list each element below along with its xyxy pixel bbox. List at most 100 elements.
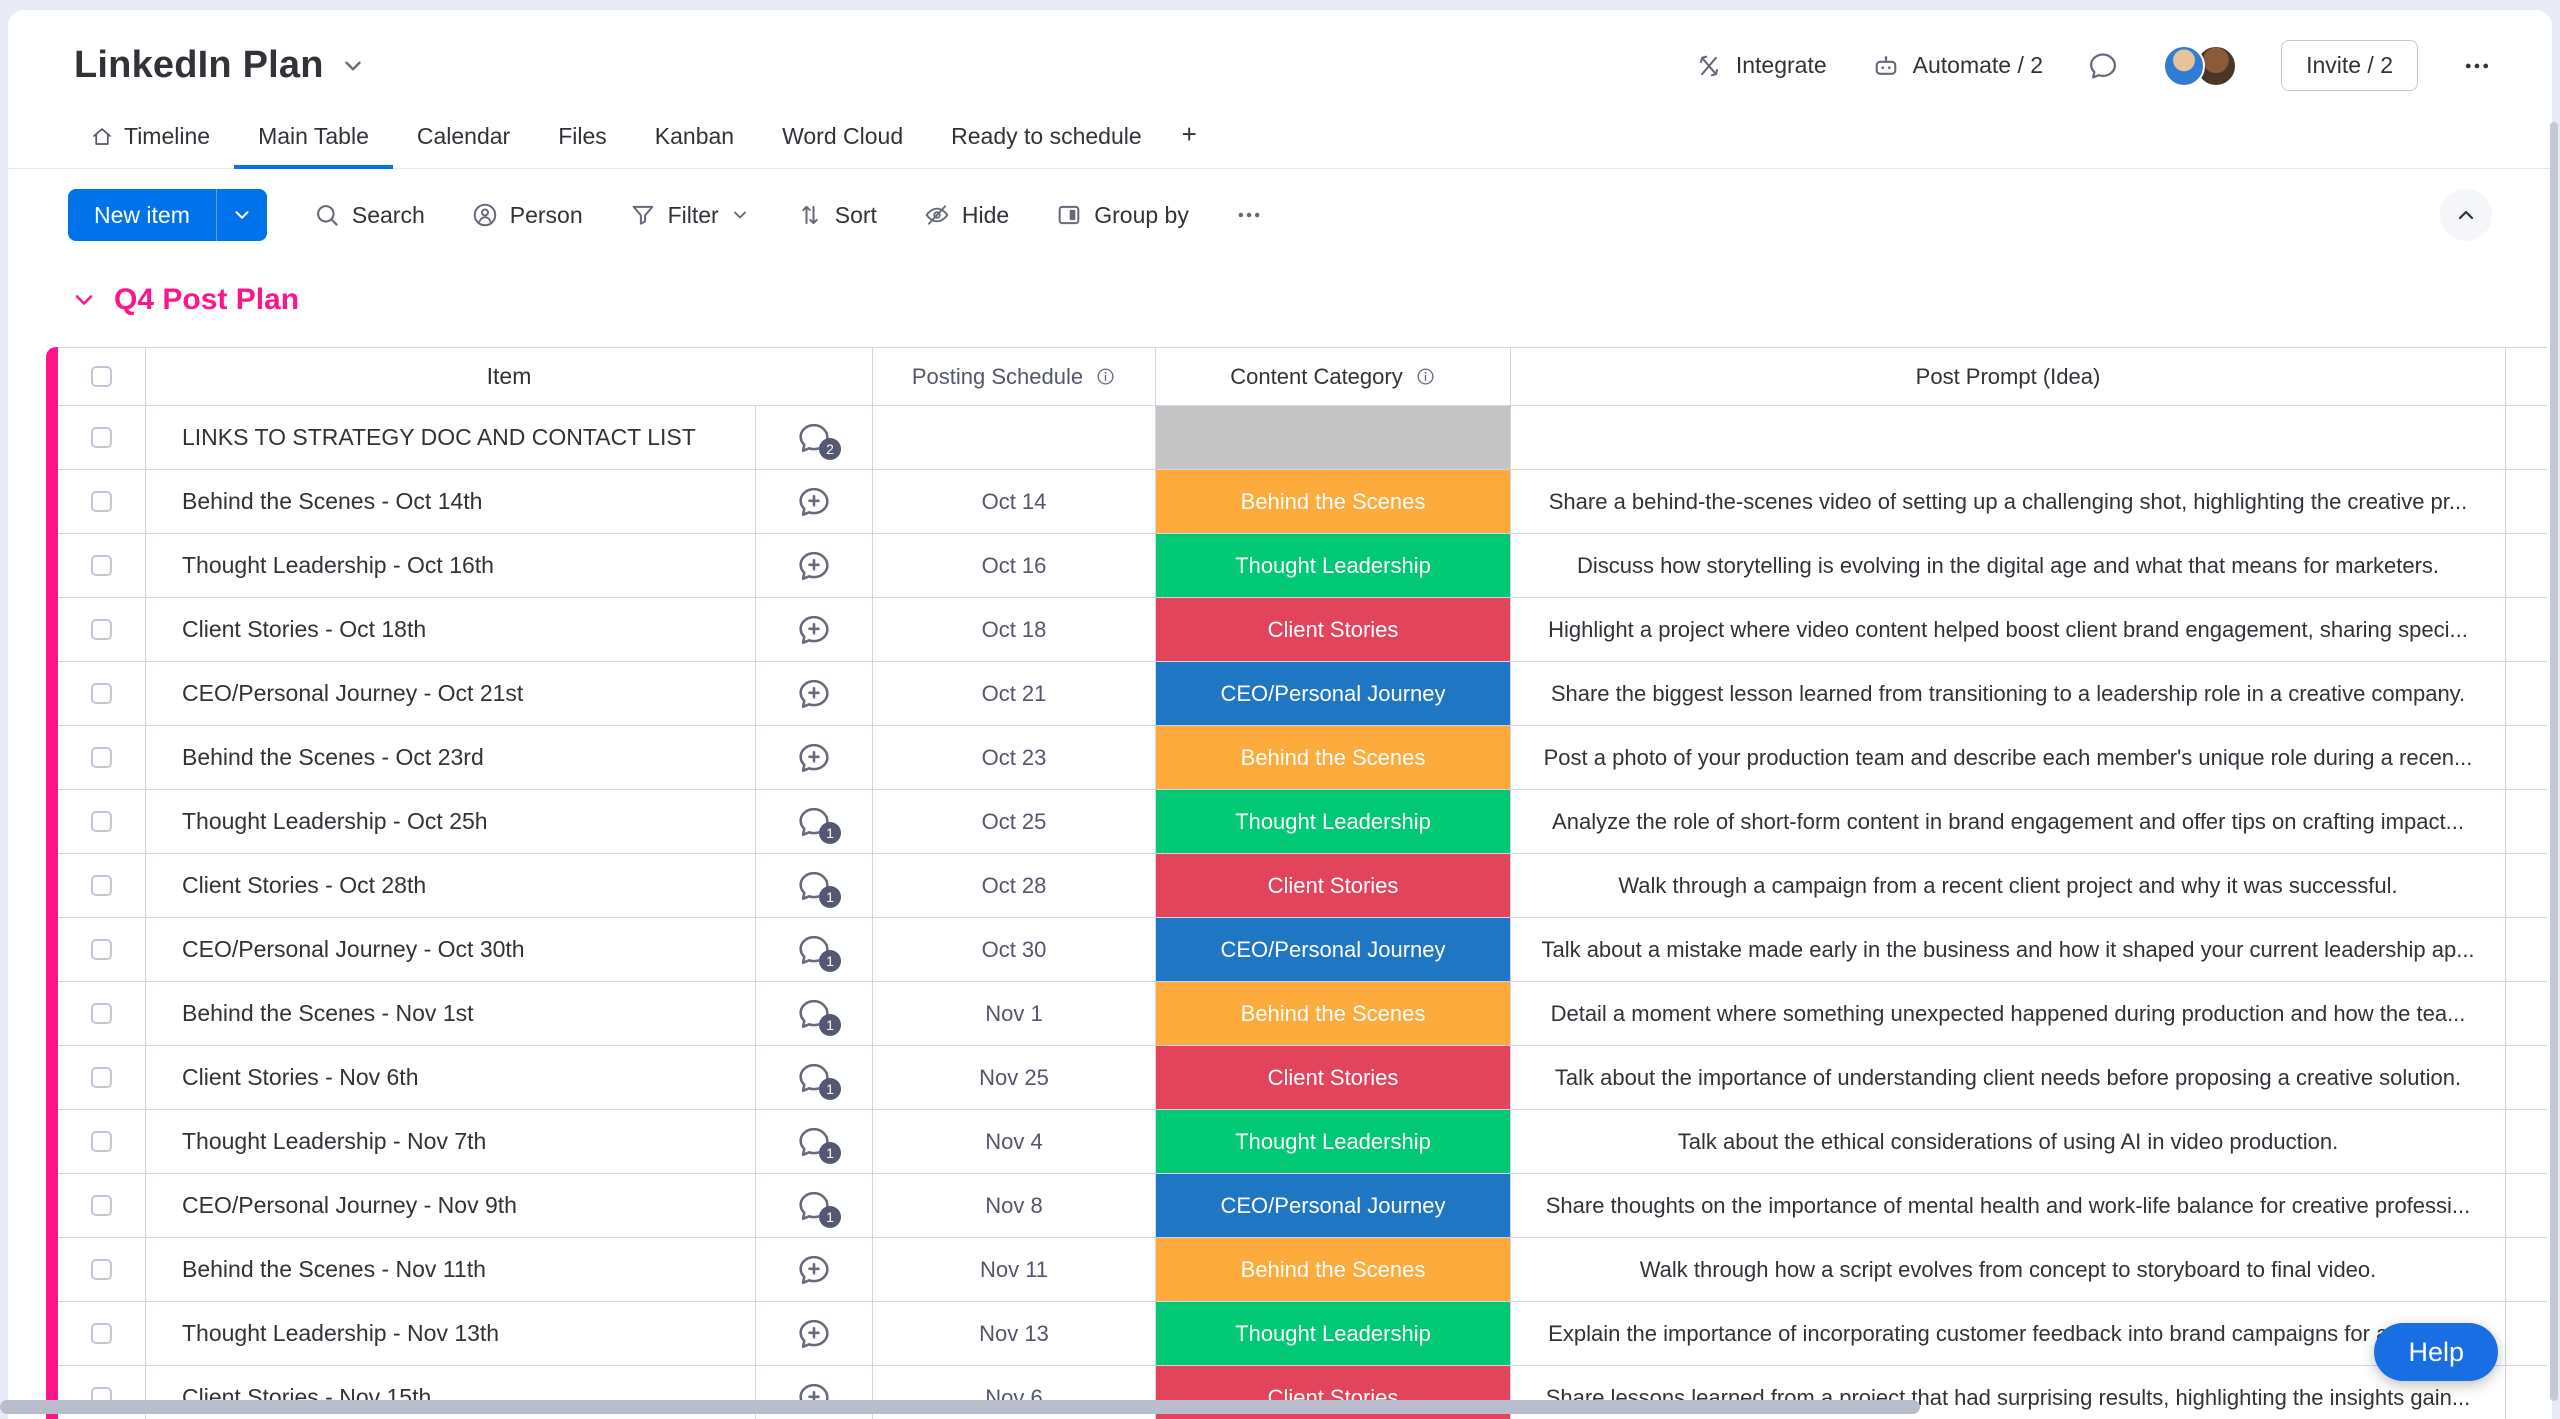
posting-schedule-cell[interactable]: Oct 28 xyxy=(873,854,1156,917)
post-prompt-cell[interactable]: Discuss how storytelling is evolving in … xyxy=(1511,534,2506,597)
post-prompt-cell[interactable]: Detail a moment where something unexpect… xyxy=(1511,982,2506,1045)
tab-files[interactable]: Files xyxy=(534,117,631,169)
board-more-button[interactable] xyxy=(2462,51,2492,81)
open-updates-button[interactable]: 2 xyxy=(796,420,832,456)
content-category-cell[interactable]: Behind the Scenes xyxy=(1156,1238,1511,1301)
open-updates-button[interactable] xyxy=(796,740,832,776)
row-checkbox[interactable] xyxy=(91,555,112,576)
open-updates-button[interactable] xyxy=(796,484,832,520)
group-by-button[interactable]: Group by xyxy=(1055,201,1189,229)
post-prompt-cell[interactable]: Talk about the ethical considerations of… xyxy=(1511,1110,2506,1173)
content-category-cell[interactable]: Thought Leadership xyxy=(1156,1110,1511,1173)
posting-schedule-cell[interactable]: Nov 25 xyxy=(873,1046,1156,1109)
item-name-cell[interactable]: Thought Leadership - Nov 7th xyxy=(146,1110,756,1173)
row-checkbox[interactable] xyxy=(91,1003,112,1024)
row-checkbox[interactable] xyxy=(91,1259,112,1280)
sort-button[interactable]: Sort xyxy=(796,201,877,229)
hide-button[interactable]: Hide xyxy=(923,201,1009,229)
vertical-scrollbar[interactable] xyxy=(2550,122,2558,1401)
item-name-cell[interactable]: CEO/Personal Journey - Nov 9th xyxy=(146,1174,756,1237)
toolbar-more-button[interactable] xyxy=(1235,201,1263,229)
column-header-item[interactable]: Item xyxy=(146,348,873,405)
add-view-button[interactable]: + xyxy=(1166,113,1213,169)
item-name-cell[interactable]: Behind the Scenes - Nov 11th xyxy=(146,1238,756,1301)
column-header-post-prompt[interactable]: Post Prompt (Idea) xyxy=(1511,348,2506,405)
item-name-cell[interactable]: Client Stories - Nov 6th xyxy=(146,1046,756,1109)
post-prompt-cell[interactable]: Share thoughts on the importance of ment… xyxy=(1511,1174,2506,1237)
item-name-cell[interactable]: Client Stories - Oct 28th xyxy=(146,854,756,917)
posting-schedule-cell[interactable]: Nov 8 xyxy=(873,1174,1156,1237)
post-prompt-cell[interactable]: Explain the importance of incorporating … xyxy=(1511,1302,2506,1365)
tab-calendar[interactable]: Calendar xyxy=(393,117,534,169)
open-updates-button[interactable]: 1 xyxy=(796,804,832,840)
horizontal-scrollbar[interactable] xyxy=(0,1400,1920,1414)
posting-schedule-cell[interactable]: Nov 4 xyxy=(873,1110,1156,1173)
content-category-cell[interactable]: Thought Leadership xyxy=(1156,1302,1511,1365)
post-prompt-cell[interactable]: Post a photo of your production team and… xyxy=(1511,726,2506,789)
row-checkbox[interactable] xyxy=(91,811,112,832)
tab-timeline[interactable]: Timeline xyxy=(66,117,234,169)
new-item-button[interactable]: New item xyxy=(68,189,267,241)
posting-schedule-cell[interactable]: Oct 16 xyxy=(873,534,1156,597)
open-updates-button[interactable]: 1 xyxy=(796,1188,832,1224)
item-name-cell[interactable]: CEO/Personal Journey - Oct 30th xyxy=(146,918,756,981)
open-updates-button[interactable] xyxy=(796,548,832,584)
open-updates-button[interactable] xyxy=(796,676,832,712)
group-title[interactable]: Q4 Post Plan xyxy=(114,283,299,317)
add-column-cell[interactable] xyxy=(2506,348,2547,405)
row-checkbox[interactable] xyxy=(91,491,112,512)
posting-schedule-cell[interactable]: Oct 18 xyxy=(873,598,1156,661)
row-checkbox[interactable] xyxy=(91,939,112,960)
post-prompt-cell[interactable]: Share a behind-the-scenes video of setti… xyxy=(1511,470,2506,533)
collapse-header-button[interactable] xyxy=(2440,189,2492,241)
column-header-posting-schedule[interactable]: Posting Schedule xyxy=(873,348,1156,405)
post-prompt-cell[interactable]: Talk about a mistake made early in the b… xyxy=(1511,918,2506,981)
content-category-cell[interactable]: CEO/Personal Journey xyxy=(1156,918,1511,981)
open-updates-button[interactable]: 1 xyxy=(796,1124,832,1160)
tab-word-cloud[interactable]: Word Cloud xyxy=(758,117,927,169)
item-name-cell[interactable]: Thought Leadership - Oct 16th xyxy=(146,534,756,597)
open-updates-button[interactable]: 1 xyxy=(796,868,832,904)
post-prompt-cell[interactable]: Share the biggest lesson learned from tr… xyxy=(1511,662,2506,725)
person-filter-button[interactable]: Person xyxy=(471,201,583,229)
post-prompt-cell[interactable] xyxy=(1511,406,2506,469)
item-name-cell[interactable]: LINKS TO STRATEGY DOC AND CONTACT LIST xyxy=(146,406,756,469)
open-updates-button[interactable]: 1 xyxy=(796,932,832,968)
group-collapse-icon[interactable] xyxy=(70,286,98,314)
content-category-cell[interactable]: Behind the Scenes xyxy=(1156,982,1511,1045)
filter-button[interactable]: Filter xyxy=(629,201,750,229)
posting-schedule-cell[interactable]: Oct 25 xyxy=(873,790,1156,853)
member-avatars[interactable] xyxy=(2163,45,2237,87)
row-checkbox[interactable] xyxy=(91,1067,112,1088)
open-updates-button[interactable]: 1 xyxy=(796,996,832,1032)
row-checkbox[interactable] xyxy=(91,1131,112,1152)
row-checkbox[interactable] xyxy=(91,875,112,896)
tab-kanban[interactable]: Kanban xyxy=(631,117,758,169)
content-category-cell[interactable]: Behind the Scenes xyxy=(1156,470,1511,533)
posting-schedule-cell[interactable]: Nov 11 xyxy=(873,1238,1156,1301)
item-name-cell[interactable]: Behind the Scenes - Oct 14th xyxy=(146,470,756,533)
content-category-cell[interactable]: Thought Leadership xyxy=(1156,534,1511,597)
post-prompt-cell[interactable]: Highlight a project where video content … xyxy=(1511,598,2506,661)
row-checkbox[interactable] xyxy=(91,747,112,768)
posting-schedule-cell[interactable]: Nov 13 xyxy=(873,1302,1156,1365)
content-category-cell[interactable]: Behind the Scenes xyxy=(1156,726,1511,789)
row-checkbox[interactable] xyxy=(91,1323,112,1344)
avatar[interactable] xyxy=(2163,45,2205,87)
help-button[interactable]: Help xyxy=(2374,1323,2498,1381)
posting-schedule-cell[interactable]: Oct 30 xyxy=(873,918,1156,981)
content-category-cell[interactable]: CEO/Personal Journey xyxy=(1156,1174,1511,1237)
post-prompt-cell[interactable]: Talk about the importance of understandi… xyxy=(1511,1046,2506,1109)
board-title-menu[interactable]: LinkedIn Plan xyxy=(74,44,366,87)
open-updates-button[interactable] xyxy=(796,1316,832,1352)
search-button[interactable]: Search xyxy=(313,201,425,229)
item-name-cell[interactable]: Behind the Scenes - Oct 23rd xyxy=(146,726,756,789)
post-prompt-cell[interactable]: Walk through a campaign from a recent cl… xyxy=(1511,854,2506,917)
posting-schedule-cell[interactable]: Oct 23 xyxy=(873,726,1156,789)
item-name-cell[interactable]: Client Stories - Oct 18th xyxy=(146,598,756,661)
content-category-cell[interactable]: Client Stories xyxy=(1156,598,1511,661)
open-updates-button[interactable]: 1 xyxy=(796,1060,832,1096)
tab-ready-to-schedule[interactable]: Ready to schedule xyxy=(927,117,1166,169)
content-category-cell[interactable]: Thought Leadership xyxy=(1156,790,1511,853)
select-all-checkbox[interactable] xyxy=(91,366,112,387)
